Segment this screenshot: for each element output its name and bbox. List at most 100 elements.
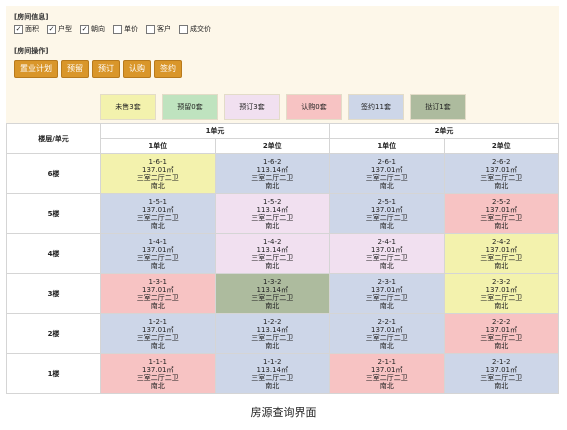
room-dir: 南北	[379, 341, 394, 350]
room-area: 137.01㎡	[371, 325, 403, 334]
room-cell[interactable]: 1-6-1 137.01㎡ 三室二厅二卫 南北	[100, 153, 216, 194]
floor-label: 5楼	[6, 193, 101, 234]
room-cell[interactable]: 1-1-2 113.14㎡ 三室二厅二卫 南北	[214, 353, 330, 394]
room-grid: 楼层/单元 1单元 2单元 1单位 2单位 1单位 2单位 6楼 1-6-1 137…	[6, 123, 559, 394]
checked-icon: ✓	[47, 24, 56, 34]
unchecked-icon	[113, 24, 122, 34]
room-cell[interactable]: 1-6-2 113.14㎡ 三室二厅二卫 南北	[214, 153, 330, 194]
room-type: 三室二厅二卫	[251, 373, 294, 382]
room-cell[interactable]: 2-3-1 137.01㎡ 三室二厅二卫 南北	[329, 273, 445, 314]
room-type: 三室二厅二卫	[365, 373, 408, 382]
room-info-options: ✓ 面积 ✓ 户型 ✓ 朝向 单价 客户 成交价	[14, 24, 211, 34]
status-legend: 未售3套 预留0套 预订3套 认购0套 签约11套 挞订1套	[100, 94, 466, 120]
room-id: 2-3-1	[377, 277, 396, 286]
room-cell[interactable]: 2-3-2 137.01㎡ 三室二厅二卫 南北	[443, 273, 559, 314]
option-checkbox[interactable]: ✓ 面积	[14, 24, 39, 34]
room-ops-buttons: 置业计划 预留 预订 认购 签约	[14, 60, 182, 78]
room-cell[interactable]: 2-6-2 137.01㎡ 三室二厅二卫 南北	[443, 153, 559, 194]
option-label: 朝向	[91, 25, 105, 33]
legend-item: 挞订1套	[410, 94, 466, 120]
room-type: 三室二厅二卫	[136, 373, 179, 382]
option-checkbox[interactable]: 单价	[113, 24, 138, 34]
option-checkbox[interactable]: ✓ 朝向	[80, 24, 105, 34]
room-area: 137.01㎡	[142, 205, 174, 214]
room-cell[interactable]: 2-4-1 137.01㎡ 三室二厅二卫 南北	[329, 233, 445, 274]
room-id: 2-5-1	[377, 197, 396, 206]
room-dir: 南北	[265, 381, 280, 390]
room-area: 137.01㎡	[371, 205, 403, 214]
room-cell[interactable]: 1-3-1 137.01㎡ 三室二厅二卫 南北	[100, 273, 216, 314]
room-cell[interactable]: 2-1-2 137.01㎡ 三室二厅二卫 南北	[443, 353, 559, 394]
op-button[interactable]: 签约	[154, 60, 182, 78]
room-dir: 南北	[265, 181, 280, 190]
floor-label: 1楼	[6, 353, 101, 394]
room-id: 1-3-1	[148, 277, 167, 286]
room-cell[interactable]: 1-5-2 113.14㎡ 三室二厅二卫 南北	[214, 193, 330, 234]
room-type: 三室二厅二卫	[365, 253, 408, 262]
room-dir: 南北	[150, 261, 165, 270]
room-cell[interactable]: 1-5-1 137.01㎡ 三室二厅二卫 南北	[100, 193, 216, 234]
room-id: 2-2-1	[377, 317, 396, 326]
room-id: 1-6-1	[148, 157, 167, 166]
floor-label: 4楼	[6, 233, 101, 274]
figure-caption: 房源查询界面	[250, 406, 317, 419]
room-cell[interactable]: 1-4-1 137.01㎡ 三室二厅二卫 南北	[100, 233, 216, 274]
room-cell[interactable]: 2-2-1 137.01㎡ 三室二厅二卫 南北	[329, 313, 445, 354]
room-cell[interactable]: 1-2-1 137.01㎡ 三室二厅二卫 南北	[100, 313, 216, 354]
option-checkbox[interactable]: 成交价	[179, 24, 211, 34]
room-cell[interactable]: 1-3-2 113.14㎡ 三室二厅二卫 南北	[214, 273, 330, 314]
room-area: 137.01㎡	[485, 365, 518, 374]
room-id: 1-5-1	[148, 197, 167, 206]
room-cell[interactable]: 2-5-2 137.01㎡ 三室二厅二卫 南北	[443, 193, 559, 234]
room-id: 2-1-2	[492, 357, 511, 366]
legend-item: 认购0套	[286, 94, 342, 120]
op-button[interactable]: 置业计划	[14, 60, 58, 78]
room-dir: 南北	[494, 301, 509, 310]
position-header: 2单位	[214, 138, 330, 154]
floor-label: 2楼	[6, 313, 101, 354]
op-button[interactable]: 认购	[123, 60, 151, 78]
room-cell[interactable]: 2-1-1 137.01㎡ 三室二厅二卫 南北	[329, 353, 445, 394]
room-cell[interactable]: 2-2-2 137.01㎡ 三室二厅二卫 南北	[443, 313, 559, 354]
room-cell[interactable]: 1-2-2 113.14㎡ 三室二厅二卫 南北	[214, 313, 330, 354]
room-cell[interactable]: 1-4-2 113.14㎡ 三室二厅二卫 南北	[214, 233, 330, 274]
room-type: 三室二厅二卫	[251, 173, 294, 182]
room-dir: 南北	[265, 221, 280, 230]
room-dir: 南北	[265, 301, 280, 310]
room-area: 137.01㎡	[371, 365, 403, 374]
room-area: 113.14㎡	[256, 285, 289, 294]
op-button[interactable]: 预订	[92, 60, 120, 78]
room-cell[interactable]: 2-6-1 137.01㎡ 三室二厅二卫 南北	[329, 153, 445, 194]
room-cell[interactable]: 2-4-2 137.01㎡ 三室二厅二卫 南北	[443, 233, 559, 274]
room-id: 2-1-1	[377, 357, 396, 366]
room-type: 三室二厅二卫	[480, 293, 523, 302]
position-header: 1单位	[329, 138, 445, 154]
option-label: 户型	[58, 25, 72, 33]
option-checkbox[interactable]: ✓ 户型	[47, 24, 72, 34]
room-area: 137.01㎡	[142, 245, 174, 254]
room-id: 1-4-1	[148, 237, 167, 246]
position-header: 1单位	[100, 138, 216, 154]
room-area: 137.01㎡	[485, 245, 518, 254]
room-type: 三室二厅二卫	[251, 253, 294, 262]
room-type: 三室二厅二卫	[136, 333, 179, 342]
option-label: 单价	[124, 25, 138, 33]
op-button[interactable]: 预留	[61, 60, 89, 78]
room-dir: 南北	[494, 181, 509, 190]
room-cell[interactable]: 1-1-1 137.01㎡ 三室二厅二卫 南北	[100, 353, 216, 394]
room-area: 137.01㎡	[142, 365, 174, 374]
room-id: 2-4-1	[377, 237, 396, 246]
option-checkbox[interactable]: 客户	[146, 24, 171, 34]
room-type: 三室二厅二卫	[480, 333, 523, 342]
room-dir: 南北	[150, 181, 165, 190]
room-type: 三室二厅二卫	[136, 293, 179, 302]
room-id: 2-5-2	[492, 197, 511, 206]
room-type: 三室二厅二卫	[251, 293, 294, 302]
unchecked-icon	[146, 24, 155, 34]
room-dir: 南北	[494, 381, 509, 390]
room-dir: 南北	[379, 221, 394, 230]
room-area: 113.14㎡	[256, 325, 289, 334]
room-cell[interactable]: 2-5-1 137.01㎡ 三室二厅二卫 南北	[329, 193, 445, 234]
room-area: 113.14㎡	[256, 365, 289, 374]
room-type: 三室二厅二卫	[251, 213, 294, 222]
